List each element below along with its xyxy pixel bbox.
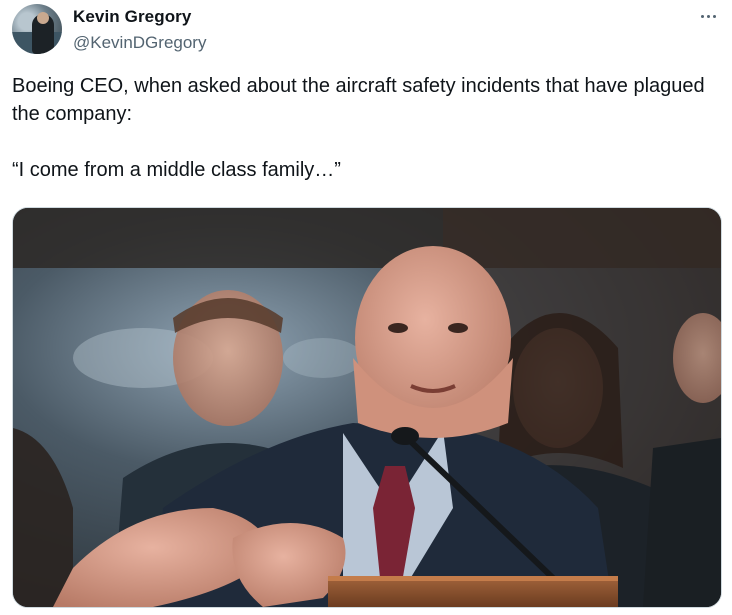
photo-illustration	[13, 208, 721, 607]
tweet-text: Boeing CEO, when asked about the aircraf…	[12, 72, 712, 184]
author-display-name[interactable]: Kevin Gregory	[73, 7, 191, 27]
tweet-text-quote: “I come from a middle class family…”	[12, 159, 341, 181]
tweet-photo[interactable]	[12, 207, 722, 608]
author-handle[interactable]: @KevinDGregory	[73, 33, 206, 53]
author-avatar[interactable]	[12, 4, 62, 54]
avatar-head	[37, 12, 49, 24]
tweet-text-line: Boeing CEO, when asked about the aircraf…	[12, 75, 705, 125]
tweet-card[interactable]: Kevin Gregory @KevinDGregory Boeing CEO,…	[0, 0, 732, 615]
more-horizontal-icon[interactable]	[696, 6, 720, 26]
